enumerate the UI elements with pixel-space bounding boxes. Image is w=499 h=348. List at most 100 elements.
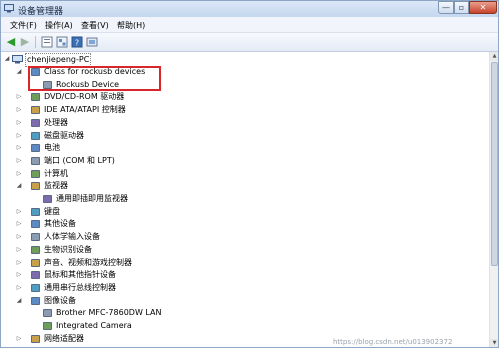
- tree-child-item[interactable]: 通用即插即用监视器: [1, 193, 481, 205]
- tree-category-item[interactable]: ▷ IDE ATA/ATAPI 控制器: [1, 104, 481, 116]
- tree-item-label: Rockusb Device: [56, 79, 120, 89]
- help-icon[interactable]: ?: [71, 36, 83, 48]
- tree-category-item[interactable]: ▷ 其他设备: [1, 218, 481, 230]
- scroll-up-arrow-icon[interactable]: ▲: [490, 52, 498, 61]
- expand-arrow-icon[interactable]: ▷: [15, 130, 23, 142]
- other-devices-icon: [31, 220, 40, 229]
- tree-category-item[interactable]: ◢ 监视器: [1, 180, 481, 192]
- tree-category-item[interactable]: ▷ DVD/CD-ROM 驱动器: [1, 91, 481, 103]
- mouse-icon: [31, 271, 40, 280]
- expand-arrow-icon[interactable]: ▷: [15, 206, 23, 218]
- usb-device-icon: [43, 80, 52, 89]
- expand-arrow-icon[interactable]: ▷: [15, 117, 23, 129]
- menu-action[interactable]: 操作(A): [45, 20, 73, 31]
- tree-item-label: 处理器: [44, 117, 68, 127]
- tree-item-label: 网络适配器: [44, 333, 84, 343]
- properties-icon[interactable]: [41, 36, 53, 48]
- sound-icon: [31, 258, 40, 267]
- usb-class-icon: [31, 68, 40, 76]
- tree-item-label: Class for rockusb devices: [44, 67, 146, 76]
- tree-category-item[interactable]: ◢ 图像设备: [1, 295, 481, 307]
- tree-category-item[interactable]: ▷ 电池: [1, 142, 481, 154]
- computer-icon: [12, 55, 23, 64]
- collapse-arrow-icon[interactable]: ◢: [15, 66, 23, 78]
- tree-category-item[interactable]: ▷ 计算机: [1, 168, 481, 180]
- tree-category-item[interactable]: ▷ 端口 (COM 和 LPT): [1, 155, 481, 167]
- hid-icon: [31, 233, 40, 242]
- minimize-button[interactable]: —: [438, 1, 454, 14]
- collapse-arrow-icon[interactable]: ◢: [15, 295, 23, 307]
- tree-category-item[interactable]: ▷ 鼠标和其他指针设备: [1, 269, 481, 281]
- tree-child-item[interactable]: Rockusb Device: [1, 79, 481, 91]
- maximize-button[interactable]: ▫: [454, 1, 469, 14]
- expand-arrow-icon[interactable]: ▷: [15, 155, 23, 167]
- tree-item-label: 磁盘驱动器: [44, 130, 84, 140]
- menu-bar: 文件(F) 操作(A) 查看(V) 帮助(H): [1, 17, 498, 33]
- menu-view[interactable]: 查看(V): [81, 20, 109, 31]
- collapse-arrow-icon[interactable]: ◢: [15, 180, 23, 192]
- tree-category-item[interactable]: ▷ 磁盘驱动器: [1, 130, 481, 142]
- expand-arrow-icon[interactable]: ▷: [15, 218, 23, 230]
- expand-arrow-icon[interactable]: ▷: [15, 142, 23, 154]
- expand-arrow-icon[interactable]: ▷: [15, 282, 23, 294]
- computer-icon: [31, 169, 40, 178]
- menu-help[interactable]: 帮助(H): [117, 20, 145, 31]
- root-label: chenjiepeng-PC: [25, 53, 92, 67]
- tree-child-item[interactable]: Integrated Camera: [1, 320, 481, 332]
- watermark: https://blog.csdn.net/u013902372: [333, 338, 453, 346]
- biometric-icon: [31, 245, 40, 254]
- expand-arrow-icon[interactable]: ▷: [15, 257, 23, 269]
- tree-item-label: 键盘: [44, 206, 60, 216]
- tree-item-label: 其他设备: [44, 219, 76, 229]
- vertical-scrollbar[interactable]: ▲ ▼: [489, 52, 498, 347]
- imaging-icon: [31, 296, 40, 305]
- tree-category-item[interactable]: ◢ Class for rockusb devices: [1, 66, 481, 78]
- scroll-thumb[interactable]: [491, 62, 498, 266]
- expand-arrow-icon[interactable]: ▷: [15, 244, 23, 256]
- usb-controller-icon: [31, 283, 40, 292]
- device-tree: ◢ chenjiepeng-PC ◢ Class for rockusb devi…: [1, 52, 489, 347]
- tree-item-label: 计算机: [44, 168, 68, 178]
- tree-item-label: Brother MFC-7860DW LAN: [56, 308, 162, 318]
- expand-arrow-icon[interactable]: ▷: [15, 333, 23, 345]
- update-icon[interactable]: [86, 36, 98, 48]
- expand-arrow-icon[interactable]: ▷: [15, 168, 23, 180]
- back-arrow-icon[interactable]: ◀: [5, 36, 17, 48]
- tree-category-item[interactable]: ▷ 通用串行总线控制器: [1, 282, 481, 294]
- tree-category-item[interactable]: ▷ 处理器: [1, 117, 481, 129]
- tree-item-label: Integrated Camera: [56, 321, 132, 330]
- tree-category-item[interactable]: ▷ 生物识别设备: [1, 244, 481, 256]
- tree-category-item[interactable]: ▷ 键盘: [1, 206, 481, 218]
- expand-arrow-icon[interactable]: ▷: [15, 231, 23, 243]
- battery-icon: [31, 144, 40, 153]
- tree-category-item[interactable]: ▷ 声音、视频和游戏控制器: [1, 257, 481, 269]
- scanner-icon: [43, 309, 52, 318]
- tree-item-label: 电池: [44, 143, 60, 153]
- port-icon: [31, 156, 40, 165]
- processor-icon: [31, 118, 40, 127]
- expand-arrow-icon[interactable]: ▷: [15, 91, 23, 103]
- tree-item-label: IDE ATA/ATAPI 控制器: [44, 105, 126, 115]
- tree-item-label: 通用即插即用监视器: [56, 194, 128, 203]
- expand-arrow-icon[interactable]: ▷: [15, 104, 23, 116]
- collapse-arrow-icon[interactable]: ◢: [3, 53, 11, 65]
- tree-item-label: DVD/CD-ROM 驱动器: [44, 92, 125, 102]
- tree-item-label: 声音、视频和游戏控制器: [44, 257, 132, 267]
- monitor-icon: [31, 182, 40, 191]
- ide-controller-icon: [31, 106, 40, 115]
- tree-item-label: 生物识别设备: [44, 244, 92, 254]
- close-button[interactable]: ✕: [469, 1, 497, 14]
- tree-item-label: 图像设备: [44, 295, 76, 305]
- toolbar-separator: [35, 36, 36, 48]
- tree-category-item[interactable]: ▷ 人体学输入设备: [1, 231, 481, 243]
- scroll-down-arrow-icon[interactable]: ▼: [490, 339, 498, 347]
- view-icon[interactable]: [56, 36, 68, 48]
- tree-item-label: 人体学输入设备: [44, 232, 100, 242]
- tree-item-label: 端口 (COM 和 LPT): [44, 155, 115, 165]
- network-adapter-icon: [31, 334, 40, 343]
- tree-child-item[interactable]: Brother MFC-7860DW LAN: [1, 307, 481, 319]
- menu-file[interactable]: 文件(F): [10, 20, 37, 31]
- expand-arrow-icon[interactable]: ▷: [15, 269, 23, 281]
- forward-arrow-icon[interactable]: ▶: [19, 36, 31, 48]
- disk-drive-icon: [31, 131, 40, 140]
